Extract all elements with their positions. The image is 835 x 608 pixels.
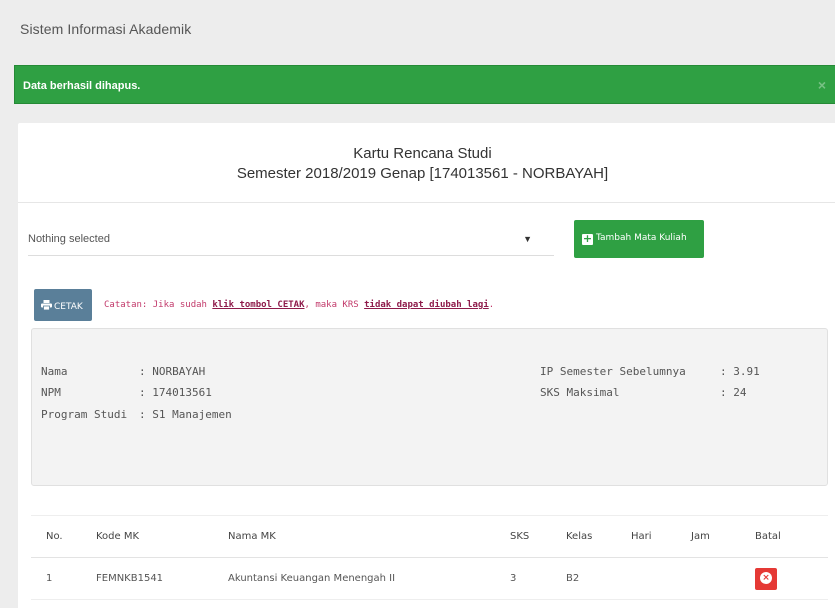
prodi-label: Program Studi xyxy=(41,408,128,421)
col-batal: Batal xyxy=(740,515,828,558)
cell-batal: × xyxy=(740,557,828,600)
col-jam: Jam xyxy=(676,515,740,558)
npm-label: NPM xyxy=(41,386,61,399)
sks-max-label: SKS Maksimal xyxy=(540,386,620,399)
course-select-value: Nothing selected xyxy=(28,233,110,245)
col-nama-mk: Nama MK xyxy=(213,515,495,558)
sks-max-value: : 24 xyxy=(720,386,747,399)
print-button[interactable]: CETAK xyxy=(34,289,92,321)
cell-hari xyxy=(616,557,676,600)
npm-value: : 174013561 xyxy=(139,386,212,399)
krs-table: No. Kode MK Nama MK SKS Kelas Hari Jam B… xyxy=(31,515,828,600)
col-no: No. xyxy=(31,515,81,558)
col-sks: SKS xyxy=(495,515,551,558)
print-note: Catatan: Jika sudah klik tombol CETAK, m… xyxy=(104,300,494,310)
cell-jam xyxy=(676,557,740,600)
table-header-row: No. Kode MK Nama MK SKS Kelas Hari Jam B… xyxy=(31,515,828,558)
nama-value: : NORBAYAH xyxy=(139,365,206,378)
note-text-middle: , maka KRS xyxy=(304,300,365,310)
alert-message: Data berhasil dihapus. xyxy=(23,80,141,92)
col-kode-mk: Kode MK xyxy=(81,515,213,558)
note-text-end: . xyxy=(488,300,495,310)
note-text: Catatan: Jika sudah xyxy=(104,300,213,310)
cell-kelas: B2 xyxy=(551,557,616,600)
close-icon[interactable]: × xyxy=(818,77,826,93)
delete-course-button[interactable]: × xyxy=(755,567,777,590)
cell-nama-mk: Akuntansi Keuangan Menengah II xyxy=(213,557,495,600)
card-header: Kartu Rencana Studi Semester 2018/2019 G… xyxy=(18,123,835,203)
caret-down-icon: ▼ xyxy=(523,234,532,244)
cell-no: 1 xyxy=(31,557,81,600)
print-label: CETAK xyxy=(54,302,83,312)
table-row: 1 FEMNKB1541 Akuntansi Keuangan Menengah… xyxy=(31,557,828,600)
ip-value: : 3.91 xyxy=(720,365,760,378)
cell-sks: 3 xyxy=(495,557,551,600)
ip-label: IP Semester Sebelumnya xyxy=(540,365,686,378)
add-course-label: Tambah Mata Kuliah xyxy=(596,233,687,243)
krs-card: Kartu Rencana Studi Semester 2018/2019 G… xyxy=(18,123,835,608)
remove-icon: × xyxy=(760,571,772,584)
note-emphasis-locked: tidak dapat diubah lagi xyxy=(364,300,489,310)
page-title: Kartu Rencana Studi xyxy=(353,145,492,162)
app-title: Sistem Informasi Akademik xyxy=(20,21,192,37)
printer-icon xyxy=(41,300,52,311)
cell-kode-mk: FEMNKB1541 xyxy=(81,557,213,600)
col-hari: Hari xyxy=(616,515,676,558)
col-kelas: Kelas xyxy=(551,515,616,558)
semester-subtitle: Semester 2018/2019 Genap [174013561 - NO… xyxy=(236,165,609,182)
student-info-panel: Nama : NORBAYAH NPM : 174013561 Program … xyxy=(31,328,828,486)
nama-label: Nama xyxy=(41,365,68,378)
plus-square-icon: + xyxy=(582,232,593,245)
course-select[interactable]: Nothing selected ▼ xyxy=(28,224,554,256)
success-alert: Data berhasil dihapus. × xyxy=(14,65,835,104)
prodi-value: : S1 Manajemen xyxy=(139,408,232,421)
add-course-button[interactable]: + Tambah Mata Kuliah xyxy=(574,220,704,258)
note-emphasis-print: klik tombol CETAK xyxy=(212,300,305,310)
